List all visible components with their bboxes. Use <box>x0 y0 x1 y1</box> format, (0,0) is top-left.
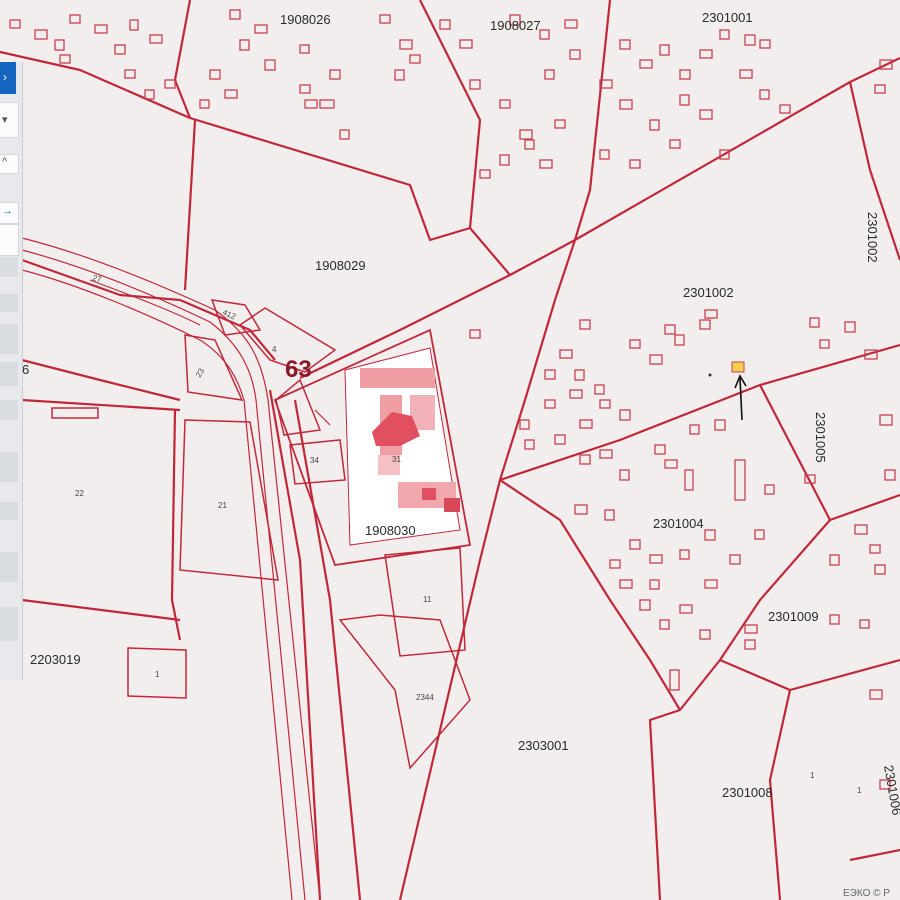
plot-number-34: 34 <box>310 456 319 465</box>
plot-number-22: 22 <box>75 489 84 498</box>
plot-number-11: 11 <box>423 595 432 604</box>
panel-scroll-up[interactable]: ^ <box>0 154 19 174</box>
parcel-label-2301008: 2301008 <box>722 785 773 800</box>
quarter-number: 63 <box>285 356 312 383</box>
parcel-label-1908027: 1908027 <box>490 18 541 33</box>
parcel-label-1908030: 1908030 <box>365 523 416 538</box>
panel-row-3[interactable] <box>0 324 18 354</box>
copyright-text: ЕЭКО © Р <box>843 888 890 899</box>
panel-row-4[interactable] <box>0 362 18 386</box>
parcel-label-2303001: 2303001 <box>518 738 569 753</box>
panel-row-2[interactable] <box>0 294 18 312</box>
map-background <box>0 0 900 900</box>
panel-field[interactable] <box>0 224 19 256</box>
parcel-label-2301005: 2301005 <box>813 412 828 463</box>
parcel-label-2203019: 2203019 <box>30 652 81 667</box>
plot-number-4: 4 <box>272 345 277 354</box>
panel-row-6[interactable] <box>0 452 18 482</box>
panel-collapse-button[interactable]: › <box>0 62 16 94</box>
plot-number-2344: 2344 <box>416 693 434 702</box>
parcel-label-2301004: 2301004 <box>653 516 704 531</box>
chevron-up-icon: ^ <box>2 156 8 168</box>
plot-number-6: 6 <box>22 362 29 377</box>
left-tool-panel: › ▾ ^ → <box>0 62 23 680</box>
parcel-label-1908026: 1908026 <box>280 12 331 27</box>
panel-row-9[interactable] <box>0 607 18 641</box>
plot-number-1-far: 1 <box>857 786 862 795</box>
parcel-label-2301002: 2301002 <box>683 285 734 300</box>
map-canvas: 1908026 1908027 2301001 1908029 2301002 … <box>0 0 900 900</box>
parcel-label-2301001: 2301001 <box>702 10 753 25</box>
arrow-right-icon: → <box>2 205 13 217</box>
plot-number-21: 21 <box>218 501 227 510</box>
chevron-left-icon: › <box>3 70 7 84</box>
panel-link-button[interactable]: → <box>0 202 19 224</box>
cadastral-map[interactable]: 1908026 1908027 2301001 1908029 2301002 … <box>0 0 900 900</box>
parcel-label-2301009: 2301009 <box>768 609 819 624</box>
plot-number-1-left: 1 <box>155 670 160 679</box>
panel-row-7[interactable] <box>0 502 18 520</box>
chevron-down-icon: ▾ <box>2 114 8 126</box>
plot-number-31: 31 <box>392 455 401 464</box>
panel-row-5[interactable] <box>0 400 18 420</box>
panel-row-1[interactable] <box>0 257 18 277</box>
parcel-label-1908029: 1908029 <box>315 258 366 273</box>
panel-dropdown[interactable]: ▾ <box>0 102 19 138</box>
plot-number-1-right: 1 <box>810 771 815 780</box>
parcel-label-2301002-vertical: 2301002 <box>865 212 880 263</box>
panel-row-8[interactable] <box>0 552 18 582</box>
